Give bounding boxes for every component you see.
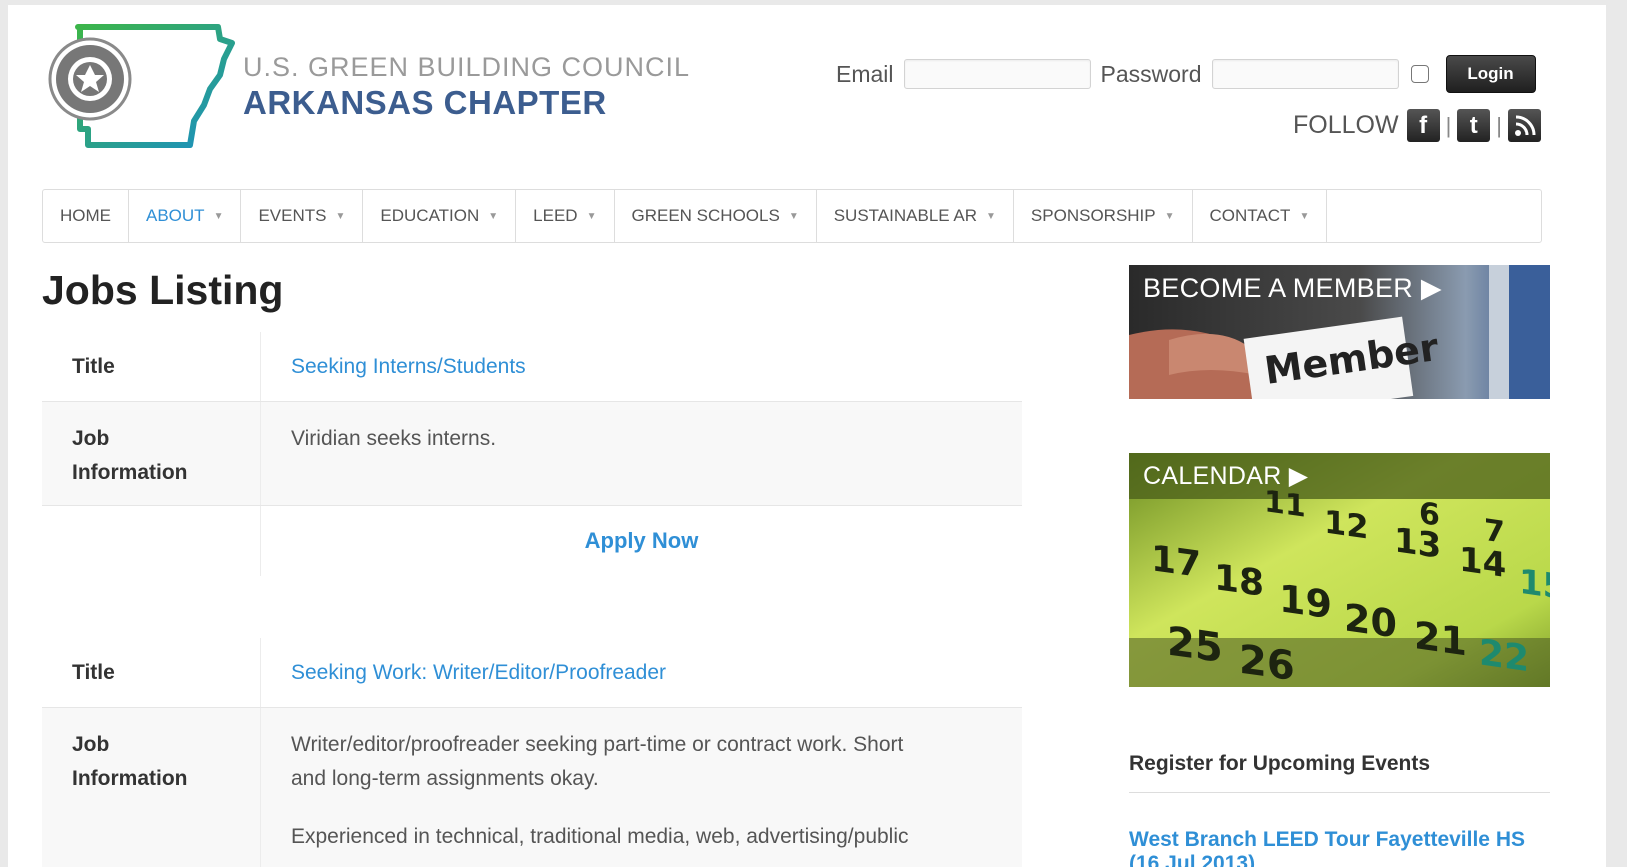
follow-label: FOLLOW (1293, 111, 1399, 139)
follow-bar: FOLLOW f | t | (1293, 109, 1542, 142)
rss-glyph (1514, 115, 1536, 136)
nav-item-label: SUSTAINABLE AR (833, 206, 978, 225)
event-link[interactable]: West Branch LEED Tour Fayetteville HS (1… (1129, 828, 1550, 867)
become-member-label: BECOME A MEMBER ▶ (1143, 273, 1442, 303)
org-name-line2: ARKANSAS CHAPTER (243, 84, 607, 121)
table-row: Job Information Viridian seeks interns. (42, 402, 1022, 506)
org-name-line1: U.S. GREEN BUILDING COUNCIL (243, 52, 691, 82)
job-information-text: Viridian seeks interns. (291, 427, 497, 450)
info-line: Writer/editor/proofreader seeking part-t… (291, 733, 904, 756)
become-member-banner[interactable]: BECOME A MEMBER ▶ Member (1129, 265, 1550, 399)
nav-item-about[interactable]: ABOUT ▼ (129, 190, 242, 242)
title-label: Title (42, 638, 261, 707)
caret-down-icon: ▼ (335, 210, 346, 222)
label-line: Information (72, 461, 188, 484)
nav-item-label: EDUCATION (380, 206, 480, 225)
calendar-day: 11 (1264, 483, 1306, 525)
login-form: Email Password Login (836, 55, 1536, 93)
remember-me-checkbox[interactable] (1410, 65, 1429, 83)
login-button[interactable]: Login (1445, 55, 1536, 93)
nav-item-green-schools[interactable]: GREEN SCHOOLS ▼ (615, 190, 817, 242)
job-title-link[interactable]: Seeking Interns/Students (291, 355, 526, 378)
jobs-table: Title Seeking Interns/Students Job Infor… (42, 332, 1022, 867)
table-row: Title Seeking Interns/Students (42, 332, 1022, 402)
nav-item-sponsorship[interactable]: SPONSORSHIP ▼ (1014, 190, 1193, 242)
email-label: Email (836, 60, 894, 87)
caret-down-icon: ▼ (213, 210, 224, 222)
caret-down-icon: ▼ (488, 210, 499, 222)
apply-now-link[interactable]: Apply Now (291, 524, 992, 558)
nav-item-home[interactable]: HOME (43, 190, 129, 242)
job-information-label: Job Information (42, 708, 261, 867)
nav-item-events[interactable]: EVENTS ▼ (241, 190, 364, 242)
nav-item-sustainable-ar[interactable]: SUSTAINABLE AR ▼ (817, 190, 1014, 242)
calendar-day: 13 (1394, 520, 1442, 567)
nav-item-education[interactable]: EDUCATION ▼ (363, 190, 517, 242)
title-label: Title (42, 332, 261, 401)
twitter-icon[interactable]: t (1457, 109, 1491, 142)
job-information-text: Writer/editor/proofreader seeking part-t… (261, 708, 1022, 867)
rss-icon[interactable] (1508, 109, 1542, 142)
table-row: Title Seeking Work: Writer/Editor/Proofr… (42, 638, 1022, 708)
nav-item-label: HOME (60, 206, 111, 225)
calendar-day: 25 (1167, 618, 1223, 673)
calendar-banner[interactable]: CALENDAR ▶ 6 7 11 12 13 14 15 17 18 19 2… (1129, 453, 1550, 687)
divider: | (1496, 112, 1503, 138)
divider (1129, 792, 1550, 793)
calendar-day: 22 (1479, 632, 1530, 681)
table-row: Job Information Writer/editor/proofreade… (42, 708, 1022, 867)
calendar-day: 12 (1324, 502, 1369, 547)
calendar-day: 26 (1239, 636, 1295, 687)
arkansas-state-outline-icon (48, 24, 235, 148)
empty-cell (42, 506, 261, 576)
calendar-day: 15 (1519, 561, 1550, 609)
nav-item-contact[interactable]: CONTACT ▼ (1193, 190, 1328, 242)
job-title-link[interactable]: Seeking Work: Writer/Editor/Proofreader (291, 661, 666, 684)
label-line: Information (72, 767, 188, 790)
info-line: and long-term assignments okay. (291, 767, 599, 790)
password-label: Password (1100, 60, 1202, 87)
usgbc-arkansas-logo[interactable] (42, 17, 242, 157)
password-field[interactable] (1211, 59, 1399, 89)
caret-down-icon: ▼ (788, 210, 799, 222)
calendar-day: 17 (1151, 538, 1202, 587)
calendar-day: 20 (1344, 595, 1397, 647)
table-row: Apply Now (42, 506, 1022, 576)
calendar-day: 21 (1414, 613, 1467, 665)
info-line: Experienced in technical, traditional me… (291, 825, 909, 848)
job-information-label: Job Information (42, 402, 261, 505)
email-field[interactable] (903, 59, 1091, 89)
caret-down-icon: ▼ (1299, 210, 1310, 222)
calendar-day: 19 (1279, 576, 1332, 628)
nav-item-label: LEED (533, 206, 578, 225)
events-heading: Register for Upcoming Events (1129, 752, 1431, 775)
facebook-icon[interactable]: f (1406, 109, 1440, 142)
page-title: Jobs Listing (42, 267, 284, 313)
main-nav: HOME ABOUT ▼ EVENTS ▼ EDUCATION ▼ LEED ▼ GRE… (42, 189, 1542, 243)
calendar-day: 18 (1214, 556, 1265, 605)
divider: | (1445, 112, 1452, 138)
nav-item-label: EVENTS (258, 206, 327, 225)
nav-item-label: CONTACT (1209, 206, 1291, 225)
event-link-line: (16 Jul 2013) (1129, 852, 1256, 867)
page: U.S. GREEN BUILDING COUNCIL ARKANSAS CHA… (8, 5, 1606, 867)
nav-item-label: ABOUT (146, 206, 205, 225)
nav-item-leed[interactable]: LEED ▼ (516, 190, 615, 242)
caret-down-icon: ▼ (1164, 210, 1175, 222)
label-line: Job (72, 733, 110, 756)
label-line: Job (72, 427, 110, 450)
calendar-day: 14 (1459, 539, 1507, 587)
caret-down-icon: ▼ (986, 210, 996, 222)
caret-down-icon: ▼ (586, 210, 597, 222)
event-link-line: West Branch LEED Tour Fayetteville HS (1129, 828, 1525, 851)
nav-item-label: SPONSORSHIP (1030, 206, 1156, 225)
nav-item-label: GREEN SCHOOLS (631, 206, 780, 225)
